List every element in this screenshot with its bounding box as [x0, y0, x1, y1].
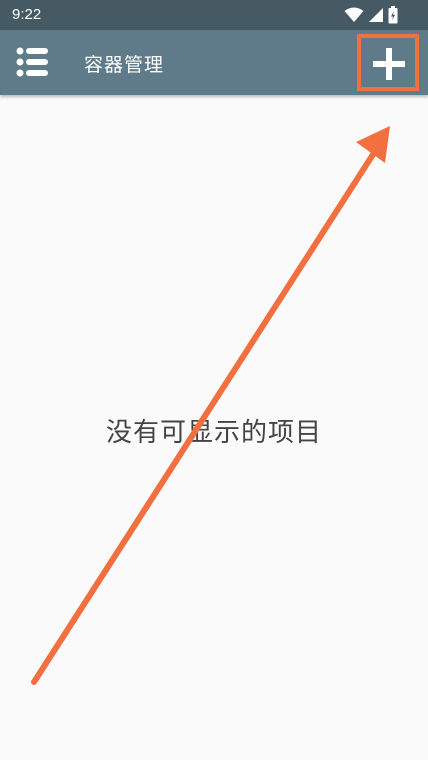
toolbar: 容器管理	[0, 30, 428, 95]
add-container-button[interactable]	[357, 34, 419, 91]
page-title: 容器管理	[84, 54, 165, 76]
menu-list-icon	[14, 47, 52, 84]
status-bar: 9:22	[0, 0, 428, 30]
status-time: 9:22	[12, 6, 42, 23]
signal-icon	[368, 7, 384, 23]
wifi-icon	[344, 7, 364, 23]
screen: 9:22 容器管理 没有可显示的项目	[0, 0, 428, 760]
status-icons	[344, 5, 398, 25]
empty-state-message: 没有可显示的项目	[105, 418, 322, 448]
annotation-arrow	[31, 126, 390, 685]
battery-icon	[388, 6, 398, 24]
menu-button[interactable]	[14, 44, 52, 80]
